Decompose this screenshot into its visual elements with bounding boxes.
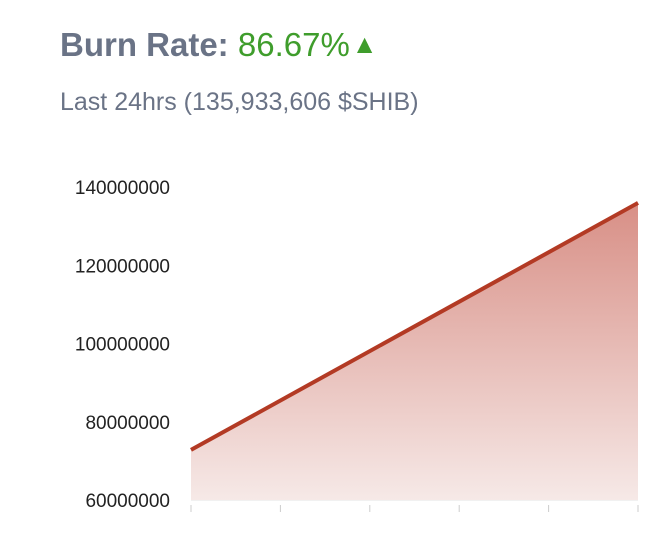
burn-rate-chart: 140000000 120000000 100000000 80000000 60000… bbox=[75, 178, 639, 512]
y-tick-label: 60000000 bbox=[85, 491, 170, 512]
series-area bbox=[191, 202, 638, 500]
x-axis bbox=[190, 499, 639, 512]
y-tick-label: 120000000 bbox=[75, 256, 170, 277]
y-tick-label: 140000000 bbox=[75, 178, 170, 199]
y-tick-label: 80000000 bbox=[85, 413, 170, 434]
y-tick-label: 100000000 bbox=[75, 335, 170, 356]
y-axis: 140000000 120000000 100000000 80000000 60000… bbox=[75, 178, 170, 512]
